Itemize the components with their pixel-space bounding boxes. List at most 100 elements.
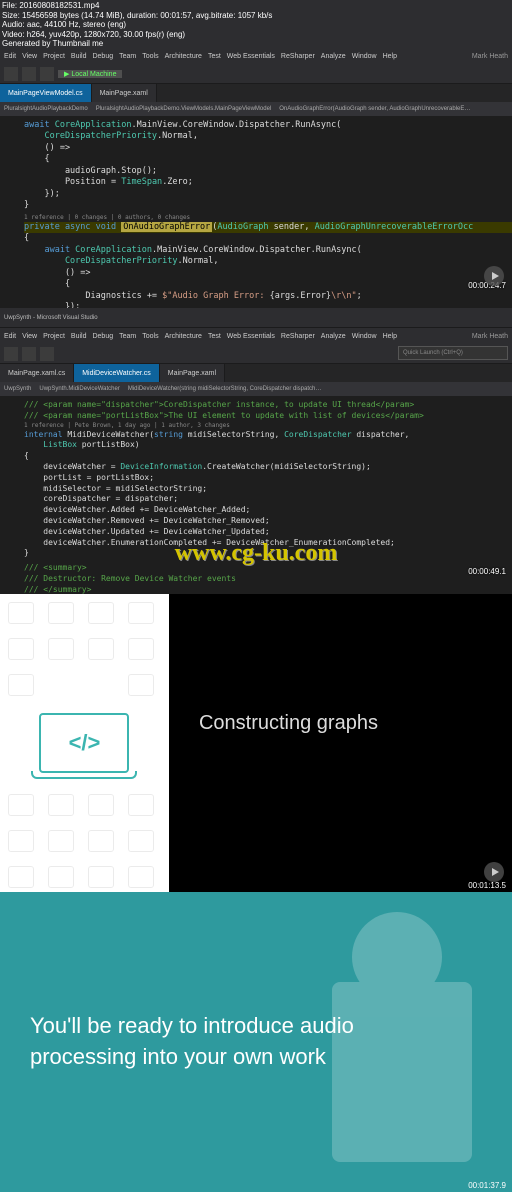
tab-mainpage-xaml[interactable]: MainPage.xaml (92, 84, 157, 102)
menu-view[interactable]: View (22, 53, 37, 60)
meta-generator: Generated by Thumbnail me (2, 39, 272, 49)
breadcrumb-class[interactable]: PluralsightAudioPlaybackDemo.ViewModels.… (96, 106, 272, 112)
code-line: audioGraph.Stop(); (24, 166, 512, 177)
code-text: .Normal, (157, 131, 198, 141)
code-symbol-icon: </> (69, 730, 101, 756)
code-text: .Normal, (178, 256, 219, 266)
menu-test[interactable]: Test (208, 333, 221, 340)
play-overlay-icon (484, 862, 504, 882)
window-title: UwpSynth - Microsoft Visual Studio (4, 315, 98, 321)
menu-arch[interactable]: Architecture (165, 333, 202, 340)
code-line: } (24, 200, 512, 211)
code-keyword: await (24, 245, 70, 255)
toolbar-button[interactable] (22, 67, 36, 81)
code-text: .MainView.CoreWindow.Dispatcher.RunAsync… (152, 245, 362, 255)
menu-tools[interactable]: Tools (142, 333, 158, 340)
code-text: midiSelectorString, (183, 430, 284, 439)
code-type: CoreDispatcher (284, 430, 351, 439)
code-line: deviceWatcher.Removed += DeviceWatcher_R… (24, 516, 512, 527)
menu-view[interactable]: View (22, 333, 37, 340)
code-line: midiSelector = midiSelectorString; (24, 484, 512, 495)
vs1-code-editor[interactable]: await CoreApplication.MainView.CoreWindo… (0, 116, 512, 318)
code-keyword: internal (24, 430, 63, 439)
vs2-breadcrumb[interactable]: UwpSynth UwpSynth.MidiDeviceWatcher Midi… (0, 382, 512, 396)
code-text: Position = (24, 177, 121, 187)
menu-window[interactable]: Window (352, 333, 377, 340)
menu-webess[interactable]: Web Essentials (227, 333, 275, 340)
meta-size: Size: 15456598 bytes (14.74 MiB), durati… (2, 11, 272, 21)
code-text: Diagnostics += (24, 291, 162, 301)
codelens[interactable]: 1 reference | 0 changes | 0 authors, 0 c… (24, 214, 512, 222)
menu-help[interactable]: Help (383, 53, 397, 60)
vs1-menubar[interactable]: Edit View Project Build Debug Team Tools… (0, 48, 512, 64)
menu-edit[interactable]: Edit (4, 53, 16, 60)
toolbar-button[interactable] (22, 347, 36, 361)
menu-resharper[interactable]: ReSharper (281, 53, 315, 60)
quick-launch-input[interactable]: Quick Launch (Ctrl+Q) (398, 346, 508, 360)
code-interpolation: {args.Error} (270, 291, 331, 301)
code-line: }); (24, 189, 512, 200)
toolbar-button[interactable] (4, 67, 18, 81)
tab-mididevicewatcher[interactable]: MidiDeviceWatcher.cs (74, 364, 160, 382)
menu-resharper[interactable]: ReSharper (281, 333, 315, 340)
toolbar-button[interactable] (40, 347, 54, 361)
slide1-title-panel: Constructing graphs (169, 594, 512, 892)
xml-doc: /// Destructor: Remove Device Watcher ev… (24, 574, 512, 585)
tab-mainpage-cs[interactable]: MainPage.xaml.cs (0, 364, 74, 382)
menu-debug[interactable]: Debug (92, 333, 113, 340)
vs2-code-editor[interactable]: /// <param name="dispatcher">CoreDispatc… (0, 396, 512, 600)
menu-analyze[interactable]: Analyze (321, 333, 346, 340)
menu-team[interactable]: Team (119, 53, 136, 60)
code-text: sender, (269, 222, 315, 232)
menu-test[interactable]: Test (208, 53, 221, 60)
code-type: AudioGraphUnrecoverableErrorOcc (315, 222, 474, 232)
code-line: { (24, 233, 512, 244)
code-type: TimeSpan (121, 177, 162, 187)
code-text: MidiDeviceWatcher( (63, 430, 155, 439)
code-text: ; (357, 291, 362, 301)
menu-help[interactable]: Help (383, 333, 397, 340)
breadcrumb-project[interactable]: UwpSynth (4, 386, 31, 392)
toolbar-button[interactable] (40, 67, 54, 81)
breadcrumb-member[interactable]: MidiDeviceWatcher(string midiSelectorStr… (128, 386, 322, 392)
breadcrumb-class[interactable]: UwpSynth.MidiDeviceWatcher (39, 386, 119, 392)
menu-tools[interactable]: Tools (142, 53, 158, 60)
xml-doc: "portListBox" (101, 411, 164, 420)
code-text: .CreateWatcher(midiSelectorString); (202, 462, 371, 471)
code-keyword: string (154, 430, 183, 439)
vs1-breadcrumb[interactable]: PluralsightAudioPlaybackDemo Pluralsight… (0, 102, 512, 116)
slide-constructing-graphs: </> Constructing graphs 00:01:13.5 (0, 594, 512, 892)
menu-webess[interactable]: Web Essentials (227, 53, 275, 60)
toolbar-button[interactable] (4, 347, 18, 361)
code-line: deviceWatcher.Updated += DeviceWatcher_U… (24, 527, 512, 538)
menu-edit[interactable]: Edit (4, 333, 16, 340)
xml-doc: "dispatcher" (101, 400, 159, 409)
tab-mainpageviewmodel[interactable]: MainPageViewModel.cs (0, 84, 92, 102)
menu-project[interactable]: Project (43, 333, 65, 340)
menu-debug[interactable]: Debug (92, 53, 113, 60)
run-button[interactable]: ▶ Local Machine (58, 70, 122, 78)
code-text: deviceWatcher = (24, 462, 120, 471)
breadcrumb-project[interactable]: PluralsightAudioPlaybackDemo (4, 106, 88, 112)
xml-doc: </param> (385, 411, 424, 420)
code-string: \r\n" (331, 291, 357, 301)
menu-arch[interactable]: Architecture (165, 53, 202, 60)
vs2-menubar[interactable]: Edit View Project Build Debug Team Tools… (0, 328, 512, 344)
code-highlighted-method: OnAudioGraphError (121, 222, 212, 232)
tab-mainpage-xaml[interactable]: MainPage.xaml (160, 364, 225, 382)
menu-project[interactable]: Project (43, 53, 65, 60)
menu-build[interactable]: Build (71, 53, 87, 60)
laptop-code-icon: </> (39, 713, 129, 773)
meta-file: File: 20160808182531.mp4 (2, 1, 272, 11)
menu-window[interactable]: Window (352, 53, 377, 60)
xml-doc: /// <param name= (24, 411, 101, 420)
video-metadata-overlay: File: 20160808182531.mp4 Size: 15456598 … (0, 0, 274, 50)
frame-timestamp-3: 00:01:13.5 (468, 881, 506, 890)
codelens[interactable]: 1 reference | Pete Brown, 1 day ago | 1 … (24, 422, 512, 430)
breadcrumb-member[interactable]: OnAudioGraphError(AudioGraph sender, Aud… (279, 106, 470, 112)
menu-build[interactable]: Build (71, 333, 87, 340)
slide1-icon-panel: </> (0, 594, 169, 892)
menu-team[interactable]: Team (119, 333, 136, 340)
menu-analyze[interactable]: Analyze (321, 53, 346, 60)
vs2-titlebar: UwpSynth - Microsoft Visual Studio (0, 308, 512, 328)
